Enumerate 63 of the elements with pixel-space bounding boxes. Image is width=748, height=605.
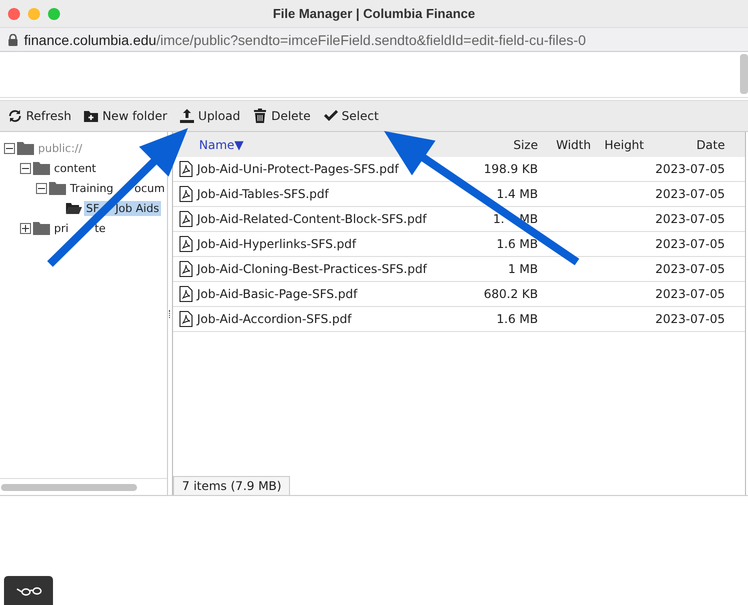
file-name[interactable]: Job-Aid-Uni-Protect-Pages-SFS.pdf bbox=[197, 162, 399, 176]
new-folder-button[interactable]: New folder bbox=[78, 106, 172, 126]
splitter-handle[interactable] bbox=[168, 310, 172, 318]
collapse-toggle[interactable] bbox=[4, 142, 15, 154]
file-size: 1 MB bbox=[508, 262, 538, 276]
expand-toggle[interactable] bbox=[20, 222, 31, 234]
new-folder-icon bbox=[83, 108, 100, 124]
upload-button[interactable]: Upload bbox=[174, 106, 246, 126]
pdf-document-icon bbox=[179, 161, 193, 177]
column-header[interactable]: Name▼ bbox=[199, 138, 244, 152]
lock-icon bbox=[8, 34, 18, 46]
pdf-document-icon bbox=[179, 311, 193, 327]
collapse-toggle[interactable] bbox=[36, 182, 47, 194]
close-button[interactable] bbox=[8, 8, 20, 20]
folder-icon bbox=[33, 221, 50, 235]
file-size: 680.2 KB bbox=[484, 287, 538, 301]
file-date: 2023-07-05 bbox=[655, 312, 725, 326]
status-text: 7 items (7.9 MB) bbox=[173, 476, 290, 495]
file-name[interactable]: Job-Aid-Related-Content-Block-SFS.pdf bbox=[197, 212, 427, 226]
open-folder-icon bbox=[65, 201, 82, 215]
checkmark-icon bbox=[322, 108, 339, 124]
file-size: 198.9 KB bbox=[484, 162, 538, 176]
window-title: File Manager | Columbia Finance bbox=[272, 6, 476, 21]
folder-icon bbox=[33, 161, 50, 175]
tree-item[interactable]: content bbox=[52, 160, 98, 176]
file-size: 1.6 MB bbox=[496, 312, 538, 326]
pdf-document-icon bbox=[179, 211, 193, 227]
file-date: 2023-07-05 bbox=[655, 287, 725, 301]
tree-item[interactable]: Training ocum bbox=[68, 180, 167, 196]
pdf-document-icon bbox=[179, 286, 193, 302]
select-button[interactable]: Select bbox=[318, 106, 384, 126]
trash-icon bbox=[252, 108, 268, 124]
file-size: 1. bbox=[492, 212, 504, 226]
file-date: 2023-07-05 bbox=[655, 162, 725, 176]
file-size: 1.6 MB bbox=[496, 237, 538, 251]
upload-icon bbox=[179, 108, 196, 124]
tree-item[interactable]: pri te bbox=[52, 220, 108, 236]
file-date: 2023-07-05 bbox=[655, 237, 725, 251]
refresh-icon bbox=[7, 108, 23, 124]
column-header[interactable]: Size bbox=[513, 138, 538, 152]
collapse-toggle[interactable] bbox=[20, 162, 31, 174]
file-name[interactable]: Job-Aid-Cloning-Best-Practices-SFS.pdf bbox=[197, 262, 427, 276]
scrollbar-thumb[interactable] bbox=[1, 484, 137, 490]
pdf-document-icon bbox=[179, 261, 193, 277]
tree-item[interactable]: public:// bbox=[36, 140, 84, 156]
scrollbar-thumb[interactable] bbox=[740, 54, 748, 94]
file-name[interactable]: Job-Aid-Basic-Page-SFS.pdf bbox=[197, 287, 358, 301]
pdf-document-icon bbox=[179, 186, 193, 202]
file-name[interactable]: Job-Aid-Accordion-SFS.pdf bbox=[197, 312, 352, 326]
file-date: 2023-07-05 bbox=[655, 212, 725, 226]
file-date: 2023-07-05 bbox=[655, 187, 725, 201]
refresh-button[interactable]: Refresh bbox=[2, 106, 76, 126]
accessibility-button[interactable] bbox=[4, 576, 53, 605]
file-name[interactable]: Job-Aid-Hyperlinks-SFS.pdf bbox=[197, 237, 356, 251]
file-date: 2023-07-05 bbox=[655, 262, 725, 276]
file-name[interactable]: Job-Aid-Tables-SFS.pdf bbox=[197, 187, 329, 201]
folder-icon bbox=[17, 141, 34, 155]
url-text: finance.columbia.edu/imce/public?sendto=imceFileField.sendto&fieldId=edit-field-cu-files-0 bbox=[24, 32, 586, 48]
delete-button[interactable]: Delete bbox=[247, 106, 316, 126]
folder-icon bbox=[49, 181, 66, 195]
pdf-document-icon bbox=[179, 236, 193, 252]
column-header[interactable]: Date bbox=[696, 138, 725, 152]
file-size: 1.4 MB bbox=[496, 187, 538, 201]
